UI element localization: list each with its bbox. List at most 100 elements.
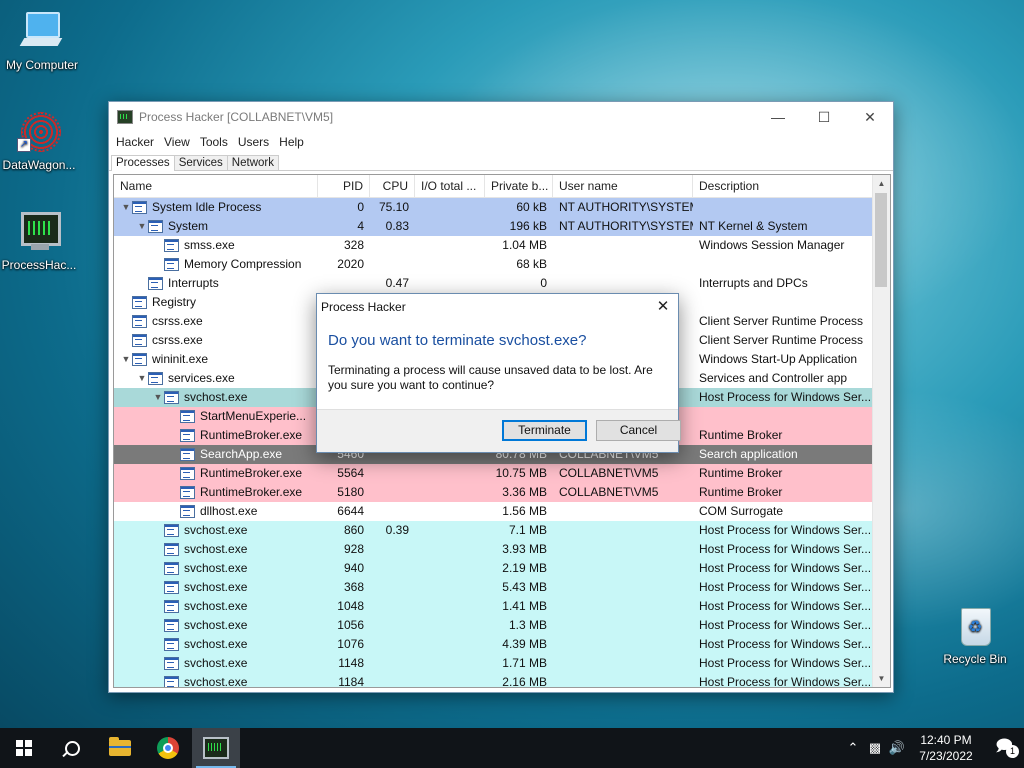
process-name-cell: svchost.exe [114, 654, 318, 673]
table-row[interactable]: RuntimeBroker.exe 5180 3.36 MB COLLABNET\VM… [114, 483, 873, 502]
cell-pid: 6644 [337, 504, 364, 518]
window-titlebar[interactable]: Process Hacker [COLLABNET\VM5] — ☐ ✕ [109, 102, 893, 132]
process-name-cell: RuntimeBroker.exe [114, 483, 318, 502]
column-name[interactable]: Name [114, 175, 318, 197]
table-row[interactable]: smss.exe 328 1.04 MB Windows Session Manage… [114, 236, 873, 255]
table-row[interactable]: dllhost.exe 6644 1.56 MB COM Surrogate [114, 502, 873, 521]
scroll-thumb[interactable] [875, 193, 887, 287]
menu-users[interactable]: Users [233, 135, 274, 149]
cell-user: NT AUTHORITY\SYSTEM [559, 200, 693, 214]
process-name-cell: StartMenuExperie... [114, 407, 318, 426]
desktop-icon-recycle-bin[interactable]: Recycle Bin [933, 604, 1017, 666]
process-name: svchost.exe [184, 523, 248, 537]
process-name: StartMenuExperie... [200, 409, 307, 423]
desktop-icon-processhacker[interactable]: ProcessHac... [0, 210, 81, 272]
dialog-titlebar[interactable]: Process Hacker ✕ [317, 294, 678, 320]
cell-cpu [370, 616, 415, 635]
menu-view[interactable]: View [159, 135, 195, 149]
process-icon [164, 600, 179, 613]
cancel-button[interactable]: Cancel [596, 420, 681, 441]
cell-desc [693, 198, 873, 217]
chevron-down-icon[interactable]: ▼ [136, 369, 148, 388]
window-title: Process Hacker [COLLABNET\VM5] [139, 110, 334, 124]
process-icon [132, 201, 147, 214]
cell-io [415, 198, 485, 217]
cell-user [553, 559, 693, 578]
cell-cpu [370, 654, 415, 673]
cell-pid: 1184 [338, 675, 364, 688]
column-description[interactable]: Description [693, 175, 873, 197]
cell-user [553, 540, 693, 559]
table-row[interactable]: Memory Compression 2020 68 kB [114, 255, 873, 274]
process-name: wininit.exe [152, 352, 209, 366]
menu-help[interactable]: Help [274, 135, 309, 149]
column-private-bytes[interactable]: Private b... [485, 175, 553, 197]
process-name-cell: svchost.exe [114, 597, 318, 616]
process-name-cell: ▼ System Idle Process [114, 198, 318, 217]
process-icon [164, 676, 179, 687]
table-row[interactable]: svchost.exe 1184 2.16 MB Host Process for W… [114, 673, 873, 688]
terminate-button[interactable]: Terminate [502, 420, 587, 441]
table-row[interactable]: svchost.exe 1048 1.41 MB Host Process for W… [114, 597, 873, 616]
close-icon[interactable]: ✕ [847, 102, 893, 132]
scroll-up-icon[interactable]: ▲ [873, 175, 890, 192]
table-row[interactable]: svchost.exe 1148 1.71 MB Host Process for W… [114, 654, 873, 673]
close-icon[interactable]: ✕ [648, 294, 678, 320]
vertical-scrollbar[interactable]: ▲ ▼ [872, 175, 890, 687]
chevron-down-icon[interactable]: ▼ [120, 350, 132, 369]
cell-cpu: 0.83 [385, 219, 409, 233]
tab-services[interactable]: Services [173, 155, 228, 170]
menu-hacker[interactable]: Hacker [111, 135, 159, 149]
process-name: System [168, 219, 209, 233]
cell-cpu [370, 635, 415, 654]
process-icon [164, 239, 179, 252]
table-row[interactable]: ▼ System 4 0.83 196 kB NT AUTHORITY\SYSTEM NT … [114, 217, 873, 236]
process-icon [164, 562, 179, 575]
desktop-icon-my-computer[interactable]: My Computer [0, 10, 84, 72]
clock[interactable]: 12:40 PM 7/23/2022 [908, 732, 984, 764]
volume-icon[interactable]: 🔊 [886, 740, 908, 756]
taskbar-process-hacker[interactable] [192, 728, 240, 768]
taskbar-chrome[interactable] [144, 728, 192, 768]
table-row[interactable]: svchost.exe 368 5.43 MB Host Process for Wi… [114, 578, 873, 597]
table-row[interactable]: Interrupts 0.47 0 Interrupts and DPCs [114, 274, 873, 293]
table-row[interactable]: svchost.exe 860 0.39 7.1 MB Host Process for… [114, 521, 873, 540]
column-cpu[interactable]: CPU [370, 175, 415, 197]
process-name: Memory Compression [184, 257, 302, 271]
taskbar-file-explorer[interactable] [96, 728, 144, 768]
start-button[interactable] [0, 728, 48, 768]
desktop-icon-datawagon[interactable]: ↗ DataWagon... [0, 110, 81, 172]
cell-pid: 2020 [337, 257, 364, 271]
network-icon[interactable]: ▩ [864, 740, 886, 756]
process-name: RuntimeBroker.exe [200, 466, 303, 480]
cell-io [415, 654, 485, 673]
table-row[interactable]: svchost.exe 1056 1.3 MB Host Process for Wi… [114, 616, 873, 635]
chevron-down-icon[interactable]: ▼ [136, 217, 148, 236]
cell-io [415, 502, 485, 521]
table-row[interactable]: svchost.exe 1076 4.39 MB Host Process for W… [114, 635, 873, 654]
menu-tools[interactable]: Tools [195, 135, 233, 149]
chevron-down-icon[interactable]: ▼ [120, 198, 132, 217]
cell-user [553, 654, 693, 673]
tab-network[interactable]: Network [226, 155, 279, 170]
chevron-up-icon[interactable]: ⌃ [842, 740, 864, 756]
tab-processes[interactable]: Processes [111, 155, 175, 171]
chevron-down-icon[interactable]: ▼ [152, 388, 164, 407]
search-button[interactable] [48, 728, 96, 768]
column-pid[interactable]: PID [318, 175, 370, 197]
minimize-icon[interactable]: — [755, 102, 801, 132]
cell-desc: Runtime Broker [699, 428, 783, 442]
process-name-cell: svchost.exe [114, 521, 318, 540]
desktop-icon-label: ProcessHac... [1, 258, 77, 272]
notification-button[interactable]: 🗩 1 [984, 735, 1024, 762]
scroll-down-icon[interactable]: ▼ [873, 670, 890, 687]
column-io-total[interactable]: I/O total ... [415, 175, 485, 197]
cell-pid [318, 274, 370, 293]
table-row[interactable]: svchost.exe 928 3.93 MB Host Process for Wi… [114, 540, 873, 559]
cell-io [415, 464, 485, 483]
column-user-name[interactable]: User name [553, 175, 693, 197]
table-row[interactable]: ▼ System Idle Process 0 75.10 60 kB NT AUTHOR… [114, 198, 873, 217]
maximize-icon[interactable]: ☐ [801, 102, 847, 132]
table-row[interactable]: svchost.exe 940 2.19 MB Host Process for Wi… [114, 559, 873, 578]
table-row[interactable]: RuntimeBroker.exe 5564 10.75 MB COLLABNET\V… [114, 464, 873, 483]
